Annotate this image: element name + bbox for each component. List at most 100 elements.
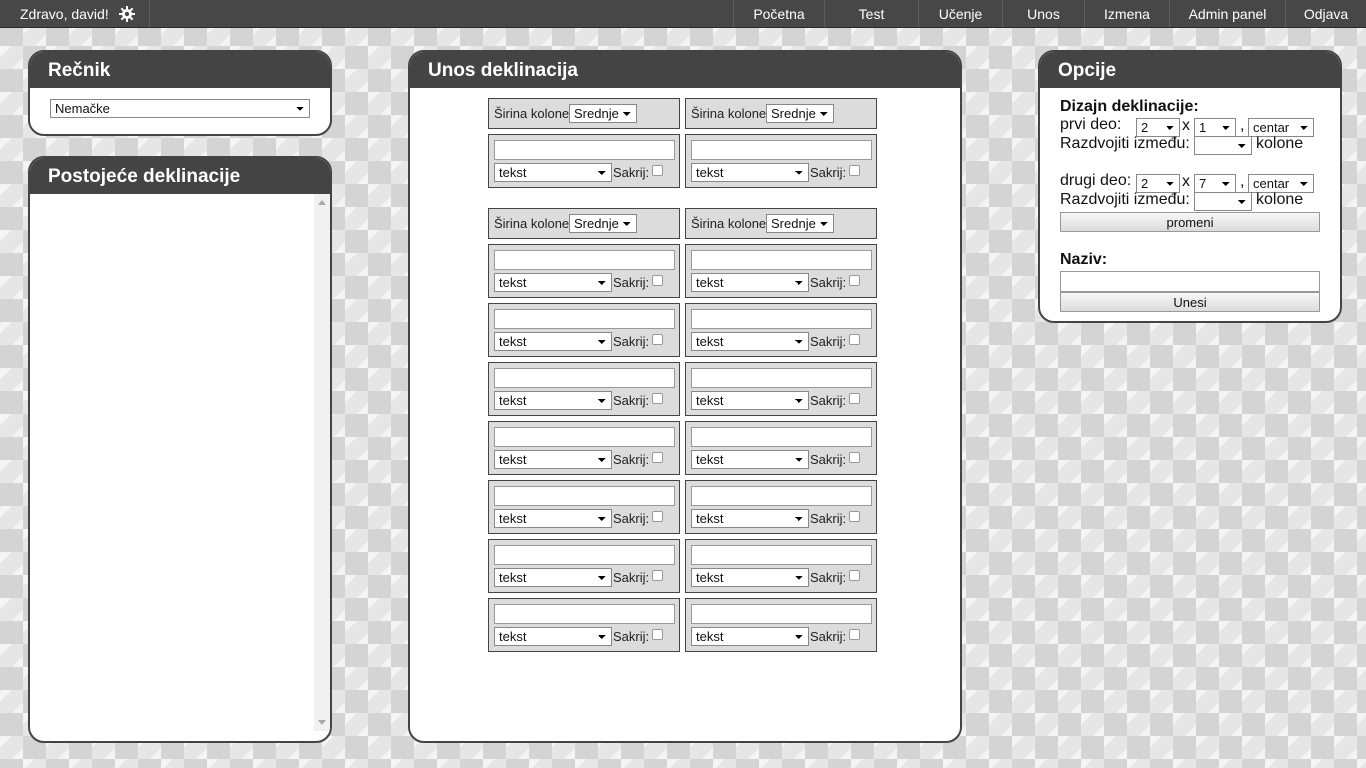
declension-text-input[interactable] xyxy=(494,309,675,329)
cell-type-select[interactable]: tekst xyxy=(691,568,809,587)
declension-text-input[interactable] xyxy=(691,486,872,506)
hide-checkbox[interactable] xyxy=(652,334,663,345)
hide-label: Sakrij: xyxy=(613,334,650,349)
cell-type-select[interactable]: tekst xyxy=(494,391,612,410)
existing-declensions-panel: Postojeće deklinacije xyxy=(28,156,332,743)
nav-izmena[interactable]: Izmena xyxy=(1084,0,1169,27)
hide-checkbox[interactable] xyxy=(849,511,860,522)
nav-test[interactable]: Test xyxy=(824,0,918,27)
declension-text-input[interactable] xyxy=(494,140,675,160)
column-width-label: Širina kolone: xyxy=(691,106,770,121)
scroll-up-icon[interactable] xyxy=(318,200,326,205)
cell-type-select[interactable]: tekst xyxy=(691,509,809,528)
hide-checkbox[interactable] xyxy=(652,511,663,522)
nav-unos[interactable]: Unos xyxy=(1002,0,1084,27)
declension-text-input[interactable] xyxy=(691,604,872,624)
first-part-cols-select[interactable]: 1 xyxy=(1194,118,1236,137)
hide-checkbox[interactable] xyxy=(849,393,860,404)
hide-checkbox[interactable] xyxy=(849,629,860,640)
hide-checkbox[interactable] xyxy=(849,275,860,286)
cell-type-select[interactable]: tekst xyxy=(691,391,809,410)
cell-type-select[interactable]: tekst xyxy=(494,163,612,182)
list-scrollbar[interactable] xyxy=(314,194,330,731)
second-split-select[interactable] xyxy=(1194,192,1252,211)
first-part-label: prvi deo: xyxy=(1060,116,1122,133)
declension-text-input[interactable] xyxy=(691,545,872,565)
declension-text-input[interactable] xyxy=(494,368,675,388)
existing-declensions-list[interactable] xyxy=(30,194,330,731)
hide-checkbox[interactable] xyxy=(652,393,663,404)
declension-text-input[interactable] xyxy=(494,604,675,624)
declension-entry-title: Unos deklinacija xyxy=(410,52,960,88)
second-part-comma: , xyxy=(1240,173,1245,190)
first-split-select[interactable] xyxy=(1194,136,1252,155)
column-width-select[interactable]: Srednje xyxy=(766,104,834,123)
hide-checkbox[interactable] xyxy=(652,275,663,286)
cell-type-select[interactable]: tekst xyxy=(494,509,612,528)
hide-checkbox[interactable] xyxy=(652,165,663,176)
nav-label: Odjava xyxy=(1303,5,1349,22)
cell-type-select[interactable]: tekst xyxy=(494,273,612,292)
dictionary-select[interactable]: Nemačke xyxy=(50,99,310,118)
declension-cell: tekst Sakrij: xyxy=(685,598,877,652)
declension-cell: tekst Sakrij: xyxy=(488,539,680,593)
declension-cell: tekst Sakrij: xyxy=(488,480,680,534)
cell-type-select[interactable]: tekst xyxy=(494,627,612,646)
nav-label: Test xyxy=(858,5,885,22)
hide-checkbox[interactable] xyxy=(652,570,663,581)
declension-text-input[interactable] xyxy=(691,309,872,329)
declension-text-input[interactable] xyxy=(494,545,675,565)
declension-cell: tekst Sakrij: xyxy=(685,362,877,416)
declension-cell: tekst Sakrij: xyxy=(685,539,877,593)
second-part-cols-select[interactable]: 7 xyxy=(1194,174,1236,193)
column-width-select[interactable]: Srednje xyxy=(569,214,637,233)
nav-admin-panel[interactable]: Admin panel xyxy=(1169,0,1285,27)
nav-label: Admin panel xyxy=(1188,5,1267,22)
submit-button[interactable]: Unesi xyxy=(1060,292,1320,312)
hide-label: Sakrij: xyxy=(613,511,650,526)
cell-type-select[interactable]: tekst xyxy=(691,627,809,646)
nav-pocetna[interactable]: Početna xyxy=(733,0,824,27)
second-part-label: drugi deo: xyxy=(1060,172,1132,189)
hide-label: Sakrij: xyxy=(613,393,650,408)
cell-type-select[interactable]: tekst xyxy=(494,568,612,587)
hide-checkbox[interactable] xyxy=(849,165,860,176)
declension-text-input[interactable] xyxy=(691,427,872,447)
gear-icon[interactable] xyxy=(118,5,135,22)
hide-label: Sakrij: xyxy=(810,334,847,349)
column-width-label: Širina kolone: xyxy=(494,216,573,231)
cell-type-select[interactable]: tekst xyxy=(494,450,612,469)
nav-odjava[interactable]: Odjava xyxy=(1285,0,1366,27)
declension-text-input[interactable] xyxy=(691,250,872,270)
change-button[interactable]: promeni xyxy=(1060,212,1320,232)
hide-checkbox[interactable] xyxy=(652,452,663,463)
recnik-title: Rečnik xyxy=(30,52,330,88)
declension-text-input[interactable] xyxy=(494,427,675,447)
cell-type-select[interactable]: tekst xyxy=(691,163,809,182)
column-width-select[interactable]: Srednje xyxy=(766,214,834,233)
hide-label: Sakrij: xyxy=(810,452,847,467)
declension-cell: tekst Sakrij: xyxy=(685,134,877,188)
cell-type-select[interactable]: tekst xyxy=(691,332,809,351)
name-input[interactable] xyxy=(1060,271,1320,292)
column-width-select[interactable]: Srednje xyxy=(569,104,637,123)
declension-cell: tekst Sakrij: xyxy=(685,480,877,534)
hide-checkbox[interactable] xyxy=(849,570,860,581)
nav-ucenje[interactable]: Učenje xyxy=(918,0,1002,27)
hide-checkbox[interactable] xyxy=(849,452,860,463)
column-width-label: Širina kolone: xyxy=(494,106,573,121)
declension-text-input[interactable] xyxy=(691,368,872,388)
declension-text-input[interactable] xyxy=(691,140,872,160)
cell-type-select[interactable]: tekst xyxy=(494,332,612,351)
column-width-header: Širina kolone: Srednje xyxy=(685,98,877,129)
declension-text-input[interactable] xyxy=(494,250,675,270)
cell-type-select[interactable]: tekst xyxy=(691,450,809,469)
scroll-down-icon[interactable] xyxy=(318,720,326,725)
hide-checkbox[interactable] xyxy=(849,334,860,345)
hide-label: Sakrij: xyxy=(613,275,650,290)
first-split-label: Razdvojiti između: xyxy=(1060,135,1190,152)
hide-checkbox[interactable] xyxy=(652,629,663,640)
cell-type-select[interactable]: tekst xyxy=(691,273,809,292)
declension-text-input[interactable] xyxy=(494,486,675,506)
declension-entry-panel: Unos deklinacija Širina kolone: Srednje te… xyxy=(408,50,962,743)
